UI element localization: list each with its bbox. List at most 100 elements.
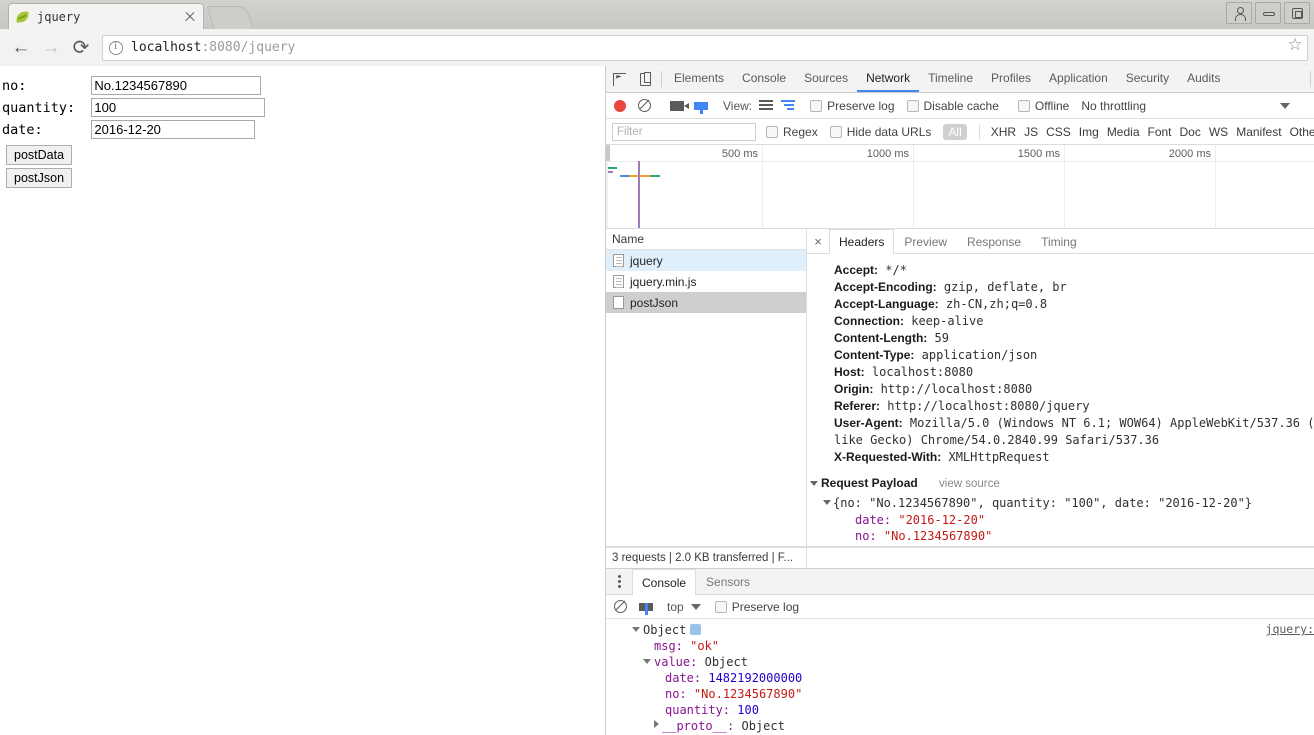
header-value: like Gecko) Chrome/54.0.2840.99 Safari/5… xyxy=(834,433,1160,447)
waterfall-view-icon[interactable] xyxy=(781,100,796,111)
clear-icon[interactable] xyxy=(638,99,651,112)
console-preserve-log-toggle[interactable]: Preserve log xyxy=(714,599,800,614)
tab-console[interactable]: Console xyxy=(733,66,795,92)
drawer-tab-console[interactable]: Console xyxy=(632,569,697,595)
console-context-selector[interactable]: top xyxy=(667,600,684,614)
list-view-icon[interactable] xyxy=(759,100,774,111)
tab-profiles[interactable]: Profiles xyxy=(982,66,1040,92)
request-payload-section[interactable]: Request Payload view source xyxy=(807,474,1314,493)
address-bar[interactable]: localhost:8080/jquery xyxy=(102,34,1308,61)
payload-summary-row[interactable]: {no: "No.1234567890", quantity: "100", d… xyxy=(807,495,1314,512)
view-source-link[interactable]: view source xyxy=(939,478,1000,490)
filter-type-all[interactable]: All xyxy=(943,123,967,140)
filter-icon[interactable] xyxy=(694,101,708,114)
filter-type-manifest[interactable]: Manifest xyxy=(1236,125,1281,139)
tab-timeline[interactable]: Timeline xyxy=(919,66,982,92)
filter-icon[interactable] xyxy=(639,602,653,615)
request-name: jquery.min.js xyxy=(630,274,697,289)
tab-preview[interactable]: Preview xyxy=(894,229,957,253)
back-button[interactable] xyxy=(6,33,36,63)
hide-data-urls-toggle[interactable]: Hide data URLs xyxy=(829,125,931,139)
record-icon[interactable] xyxy=(614,99,626,112)
preserve-log-toggle[interactable]: Preserve log xyxy=(810,99,895,113)
chevron-down-icon[interactable] xyxy=(632,627,640,632)
clear-console-icon[interactable] xyxy=(614,600,627,613)
filter-type-font[interactable]: Font xyxy=(1148,125,1172,139)
chevron-down-icon[interactable] xyxy=(643,659,651,664)
no-input[interactable] xyxy=(91,76,262,95)
window-controls xyxy=(1226,2,1310,24)
tab-elements[interactable]: Elements xyxy=(665,66,733,92)
more-options-icon[interactable] xyxy=(606,569,632,594)
console-object-root[interactable]: Object xyxy=(606,622,1314,638)
filter-type-doc[interactable]: Doc xyxy=(1180,125,1201,139)
filter-type-xhr[interactable]: XHR xyxy=(991,125,1016,139)
quantity-input[interactable] xyxy=(91,98,266,117)
site-info-icon[interactable] xyxy=(109,40,123,55)
date-input[interactable] xyxy=(91,120,256,139)
checkbox-icon[interactable] xyxy=(829,125,842,138)
new-tab-button[interactable] xyxy=(206,6,254,29)
filter-type-css[interactable]: CSS xyxy=(1046,125,1071,139)
filter-type-img[interactable]: Img xyxy=(1079,125,1099,139)
console-output[interactable]: jquery: Object msg: "ok" value: Object d… xyxy=(606,619,1314,735)
checkbox-icon[interactable] xyxy=(1017,99,1030,112)
checkbox-icon[interactable] xyxy=(810,99,823,112)
tab-network[interactable]: Network xyxy=(857,66,920,92)
network-overview-graph[interactable]: 500 ms 1000 ms 1500 ms 2000 ms xyxy=(606,145,1314,229)
tab-sources[interactable]: Sources xyxy=(795,66,857,92)
header-origin: Origin: http://localhost:8080 xyxy=(807,381,1314,398)
browser-tab[interactable]: jquery xyxy=(8,3,204,29)
reload-button[interactable] xyxy=(66,33,96,63)
filter-type-media[interactable]: Media xyxy=(1107,125,1140,139)
overview-window-right-handle[interactable] xyxy=(638,161,640,228)
post-json-button[interactable]: postJson xyxy=(6,168,73,188)
chevron-down-icon[interactable] xyxy=(1280,102,1290,109)
throttling-value[interactable]: No throttling xyxy=(1081,99,1146,113)
close-icon[interactable]: × xyxy=(807,229,829,253)
headers-body[interactable]: Accept: */* Accept-Encoding: gzip, defla… xyxy=(807,254,1314,546)
close-icon[interactable] xyxy=(183,10,197,24)
header-accept-encoding: Accept-Encoding: gzip, deflate, br xyxy=(807,279,1314,296)
disable-cache-toggle[interactable]: Disable cache xyxy=(906,99,999,113)
tab-application[interactable]: Application xyxy=(1040,66,1117,92)
drawer-tab-sensors[interactable]: Sensors xyxy=(696,569,760,594)
chevron-right-icon[interactable] xyxy=(654,720,659,728)
overview-window-left-handle[interactable] xyxy=(606,161,608,228)
device-toolbar-button[interactable] xyxy=(632,66,658,92)
chevron-down-icon[interactable] xyxy=(690,603,701,610)
table-row[interactable]: postJson xyxy=(606,292,806,313)
forward-button[interactable] xyxy=(36,33,66,63)
request-list-header[interactable]: Name xyxy=(606,229,806,250)
inspect-element-button[interactable] xyxy=(606,66,632,92)
tab-headers[interactable]: Headers xyxy=(829,229,895,254)
console-preserve-log-label: Preserve log xyxy=(731,599,800,614)
restore-button[interactable] xyxy=(1284,2,1310,24)
restore-icon xyxy=(1292,8,1303,19)
filter-type-ws[interactable]: WS xyxy=(1209,125,1228,139)
console-prop-value[interactable]: value: Object xyxy=(606,654,1314,670)
post-data-button[interactable]: postData xyxy=(6,145,73,165)
checkbox-icon[interactable] xyxy=(714,600,727,613)
table-row[interactable]: jquery.min.js xyxy=(606,271,806,292)
bookmark-star-icon[interactable]: ☆ xyxy=(1284,34,1306,56)
profile-button[interactable] xyxy=(1226,2,1252,24)
console-prop-proto[interactable]: __proto__: Object xyxy=(606,718,1314,734)
minimize-button[interactable] xyxy=(1255,2,1281,24)
filter-type-js[interactable]: JS xyxy=(1024,125,1038,139)
camera-icon[interactable] xyxy=(670,100,689,111)
filter-input[interactable] xyxy=(612,122,756,141)
table-row[interactable]: jquery xyxy=(606,250,806,271)
offline-toggle[interactable]: Offline xyxy=(1017,99,1069,113)
regex-toggle[interactable]: Regex xyxy=(766,125,818,139)
chevron-down-icon[interactable] xyxy=(810,481,818,490)
checkbox-icon[interactable] xyxy=(906,99,919,112)
chevron-down-icon[interactable] xyxy=(823,500,831,509)
tab-timing[interactable]: Timing xyxy=(1031,229,1087,253)
tab-audits[interactable]: Audits xyxy=(1178,66,1229,92)
filter-type-other[interactable]: Other xyxy=(1290,125,1314,139)
tab-security[interactable]: Security xyxy=(1117,66,1178,92)
checkbox-icon[interactable] xyxy=(766,125,778,138)
tab-response[interactable]: Response xyxy=(957,229,1031,253)
tab-title: jquery xyxy=(37,9,81,24)
